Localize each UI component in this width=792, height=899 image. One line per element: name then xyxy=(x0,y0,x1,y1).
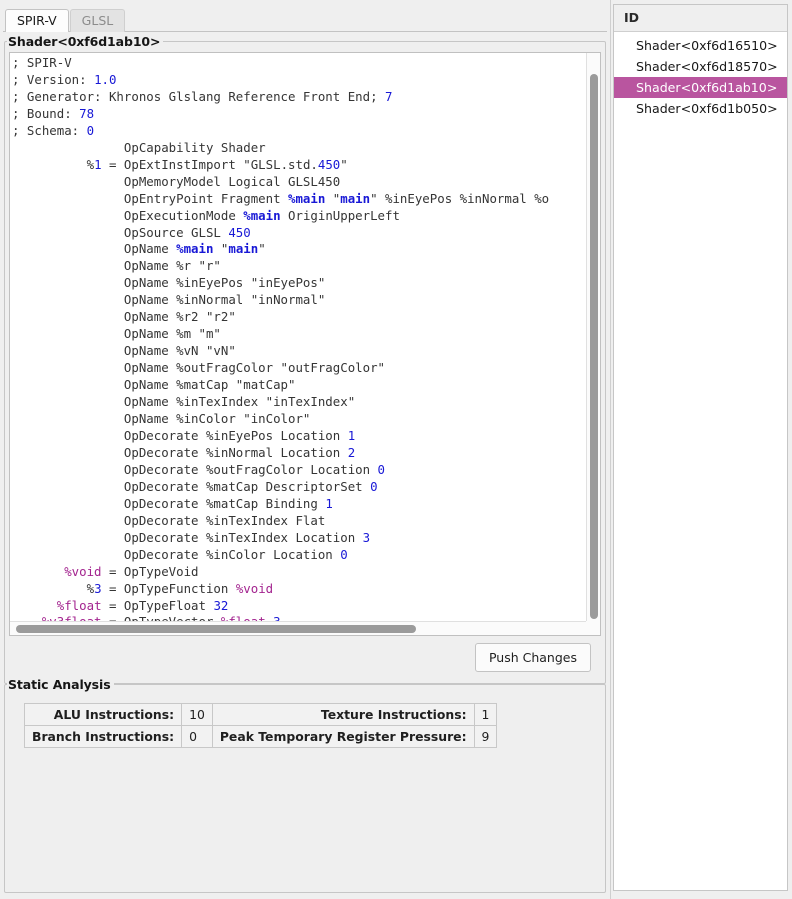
texture-instructions-value: 1 xyxy=(474,704,497,726)
scrollbar-corner xyxy=(586,621,600,635)
editor-body: ; SPIR-V ; Version: 1.0 ; Generator: Khr… xyxy=(10,53,600,621)
main-panel: SPIR-V GLSL Shader<0xf6d1ab10> ; SPIR-V … xyxy=(0,0,610,899)
id-sidebar: ID Shader<0xf6d16510>Shader<0xf6d18570>S… xyxy=(610,0,792,899)
editor-horizontal-scroll-thumb[interactable] xyxy=(16,625,416,633)
branch-instructions-value: 0 xyxy=(182,726,213,748)
shader-id-list-panel: ID Shader<0xf6d16510>Shader<0xf6d18570>S… xyxy=(613,4,788,891)
tab-spirv-label: SPIR-V xyxy=(17,13,57,28)
editor-vertical-scrollbar[interactable] xyxy=(586,53,600,621)
shader-id-list[interactable]: Shader<0xf6d16510>Shader<0xf6d18570>Shad… xyxy=(614,32,787,119)
alu-instructions-value: 10 xyxy=(182,704,213,726)
static-analysis-groupbox: Static Analysis ALU Instructions: 10 Tex… xyxy=(4,684,606,893)
tab-glsl-label: GLSL xyxy=(82,13,114,28)
spirv-code-editor[interactable]: ; SPIR-V ; Version: 1.0 ; Generator: Khr… xyxy=(9,52,601,636)
shader-inspector-window: SPIR-V GLSL Shader<0xf6d1ab10> ; SPIR-V … xyxy=(0,0,792,899)
texture-instructions-label: Texture Instructions: xyxy=(212,704,474,726)
push-changes-row: Push Changes xyxy=(9,636,601,679)
static-analysis-table: ALU Instructions: 10 Texture Instruction… xyxy=(24,703,497,748)
table-row: ALU Instructions: 10 Texture Instruction… xyxy=(25,704,497,726)
tab-glsl[interactable]: GLSL xyxy=(70,9,126,32)
list-item[interactable]: Shader<0xf6d18570> xyxy=(614,56,787,77)
peak-temp-register-pressure-label: Peak Temporary Register Pressure: xyxy=(212,726,474,748)
peak-temp-register-pressure-value: 9 xyxy=(474,726,497,748)
shader-groupbox-title: Shader<0xf6d1ab10> xyxy=(7,34,163,49)
editor-horizontal-scrollbar[interactable] xyxy=(10,621,600,635)
tab-spirv[interactable]: SPIR-V xyxy=(5,9,69,32)
list-item[interactable]: Shader<0xf6d1b050> xyxy=(614,98,787,119)
list-item[interactable]: Shader<0xf6d16510> xyxy=(614,35,787,56)
code-viewport[interactable]: ; SPIR-V ; Version: 1.0 ; Generator: Khr… xyxy=(10,53,586,621)
branch-instructions-label: Branch Instructions: xyxy=(25,726,182,748)
spirv-disassembly-text[interactable]: ; SPIR-V ; Version: 1.0 ; Generator: Khr… xyxy=(12,55,586,621)
editor-vertical-scroll-thumb[interactable] xyxy=(590,74,598,619)
shader-language-tabs: SPIR-V GLSL xyxy=(0,0,610,32)
shader-groupbox: Shader<0xf6d1ab10> ; SPIR-V ; Version: 1… xyxy=(4,41,606,684)
list-item[interactable]: Shader<0xf6d1ab10> xyxy=(614,77,787,98)
static-analysis-title: Static Analysis xyxy=(7,677,114,692)
table-row: Branch Instructions: 0 Peak Temporary Re… xyxy=(25,726,497,748)
id-column-header[interactable]: ID xyxy=(614,5,787,32)
alu-instructions-label: ALU Instructions: xyxy=(25,704,182,726)
push-changes-button[interactable]: Push Changes xyxy=(475,643,591,672)
